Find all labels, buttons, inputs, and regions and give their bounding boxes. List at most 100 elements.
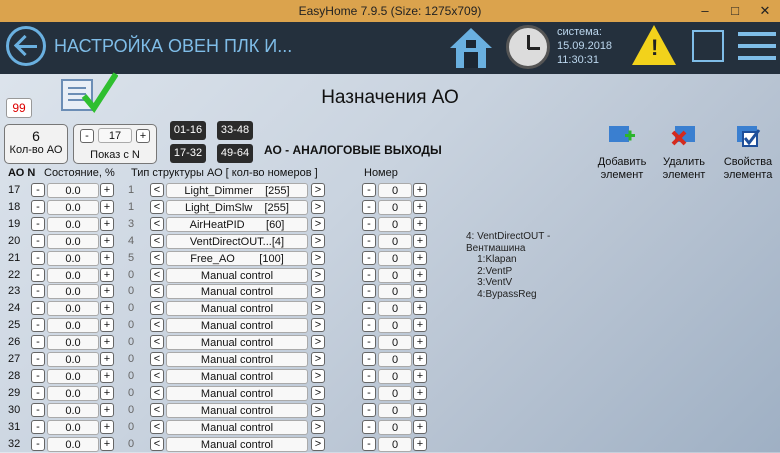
range-button-49-64[interactable]: 49-64 [217, 144, 253, 163]
state-plus-button[interactable]: + [100, 368, 114, 383]
show-from-plus-button[interactable]: + [136, 129, 150, 143]
type-next-button[interactable]: > [311, 183, 325, 197]
number-minus-button[interactable]: - [362, 419, 376, 434]
number-plus-button[interactable]: + [413, 436, 427, 451]
state-minus-button[interactable]: - [31, 267, 45, 282]
show-from-minus-button[interactable]: - [80, 129, 94, 143]
type-prev-button[interactable]: < [150, 233, 164, 248]
type-prev-button[interactable]: < [150, 318, 164, 333]
number-plus-button[interactable]: + [413, 233, 427, 248]
number-minus-button[interactable]: - [362, 368, 376, 383]
type-prev-button[interactable]: < [150, 216, 164, 231]
type-next-button[interactable]: > [311, 335, 325, 350]
type-prev-button[interactable]: < [150, 436, 164, 451]
show-from-value[interactable]: 17 [98, 128, 132, 143]
state-plus-button[interactable]: + [100, 183, 114, 197]
type-prev-button[interactable]: < [150, 301, 164, 316]
state-value[interactable]: 0.0 [47, 301, 99, 317]
state-plus-button[interactable]: + [100, 284, 114, 299]
state-plus-button[interactable]: + [100, 318, 114, 333]
state-value[interactable]: 0.0 [47, 183, 99, 198]
state-value[interactable]: 0.0 [47, 402, 99, 418]
state-value[interactable]: 0.0 [47, 267, 99, 283]
state-minus-button[interactable]: - [31, 385, 45, 400]
number-value[interactable]: 0 [378, 368, 412, 384]
number-minus-button[interactable]: - [362, 318, 376, 333]
delete-element-button[interactable]: Удалить элемент [652, 124, 716, 182]
number-minus-button[interactable]: - [362, 216, 376, 231]
state-minus-button[interactable]: - [31, 183, 45, 197]
type-next-button[interactable]: > [311, 250, 325, 265]
type-next-button[interactable]: > [311, 199, 325, 214]
type-prev-button[interactable]: < [150, 368, 164, 383]
window-mode-icon[interactable] [692, 30, 724, 62]
type-next-button[interactable]: > [311, 318, 325, 333]
number-minus-button[interactable]: - [362, 233, 376, 248]
number-value[interactable]: 0 [378, 318, 412, 334]
number-value[interactable]: 0 [378, 419, 412, 435]
type-next-button[interactable]: > [311, 267, 325, 282]
state-plus-button[interactable]: + [100, 335, 114, 350]
warning-icon[interactable]: ! [632, 25, 676, 65]
number-plus-button[interactable]: + [413, 183, 427, 197]
state-plus-button[interactable]: + [100, 402, 114, 417]
number-plus-button[interactable]: + [413, 216, 427, 231]
number-minus-button[interactable]: - [362, 267, 376, 282]
state-value[interactable]: 0.0 [47, 216, 99, 232]
number-value[interactable]: 0 [378, 233, 412, 249]
number-value[interactable]: 0 [378, 385, 412, 401]
number-plus-button[interactable]: + [413, 385, 427, 400]
type-prev-button[interactable]: < [150, 352, 164, 366]
number-minus-button[interactable]: - [362, 183, 376, 197]
range-button-33-48[interactable]: 33-48 [217, 121, 253, 140]
type-prev-button[interactable]: < [150, 199, 164, 214]
state-minus-button[interactable]: - [31, 352, 45, 366]
add-element-button[interactable]: Добавить элемент [590, 124, 654, 182]
type-prev-button[interactable]: < [150, 385, 164, 400]
type-next-button[interactable]: > [311, 301, 325, 316]
state-minus-button[interactable]: - [31, 335, 45, 350]
number-plus-button[interactable]: + [413, 284, 427, 299]
state-value[interactable]: 0.0 [47, 284, 99, 300]
type-next-button[interactable]: > [311, 419, 325, 434]
type-next-button[interactable]: > [311, 368, 325, 383]
number-value[interactable]: 0 [378, 216, 412, 232]
minimize-button[interactable]: – [690, 2, 720, 20]
number-plus-button[interactable]: + [413, 318, 427, 333]
state-value[interactable]: 0.0 [47, 250, 99, 266]
state-value[interactable]: 0.0 [47, 199, 99, 215]
number-minus-button[interactable]: - [362, 385, 376, 400]
number-plus-button[interactable]: + [413, 352, 427, 366]
state-minus-button[interactable]: - [31, 284, 45, 299]
state-value[interactable]: 0.0 [47, 436, 99, 452]
number-plus-button[interactable]: + [413, 250, 427, 265]
state-minus-button[interactable]: - [31, 199, 45, 214]
state-value[interactable]: 0.0 [47, 368, 99, 384]
range-button-01-16[interactable]: 01-16 [170, 121, 206, 140]
state-value[interactable]: 0.0 [47, 419, 99, 435]
number-minus-button[interactable]: - [362, 284, 376, 299]
menu-icon[interactable] [738, 32, 776, 68]
type-prev-button[interactable]: < [150, 419, 164, 434]
state-plus-button[interactable]: + [100, 419, 114, 434]
type-next-button[interactable]: > [311, 402, 325, 417]
state-value[interactable]: 0.0 [47, 233, 99, 249]
state-plus-button[interactable]: + [100, 301, 114, 316]
number-minus-button[interactable]: - [362, 436, 376, 451]
number-minus-button[interactable]: - [362, 250, 376, 265]
type-prev-button[interactable]: < [150, 335, 164, 350]
type-next-button[interactable]: > [311, 216, 325, 231]
state-minus-button[interactable]: - [31, 250, 45, 265]
type-prev-button[interactable]: < [150, 402, 164, 417]
type-prev-button[interactable]: < [150, 284, 164, 299]
state-minus-button[interactable]: - [31, 216, 45, 231]
state-value[interactable]: 0.0 [47, 385, 99, 401]
number-value[interactable]: 0 [378, 301, 412, 317]
state-value[interactable]: 0.0 [47, 335, 99, 351]
number-value[interactable]: 0 [378, 199, 412, 215]
state-minus-button[interactable]: - [31, 419, 45, 434]
number-minus-button[interactable]: - [362, 301, 376, 316]
number-value[interactable]: 0 [378, 267, 412, 283]
state-minus-button[interactable]: - [31, 301, 45, 316]
state-minus-button[interactable]: - [31, 402, 45, 417]
